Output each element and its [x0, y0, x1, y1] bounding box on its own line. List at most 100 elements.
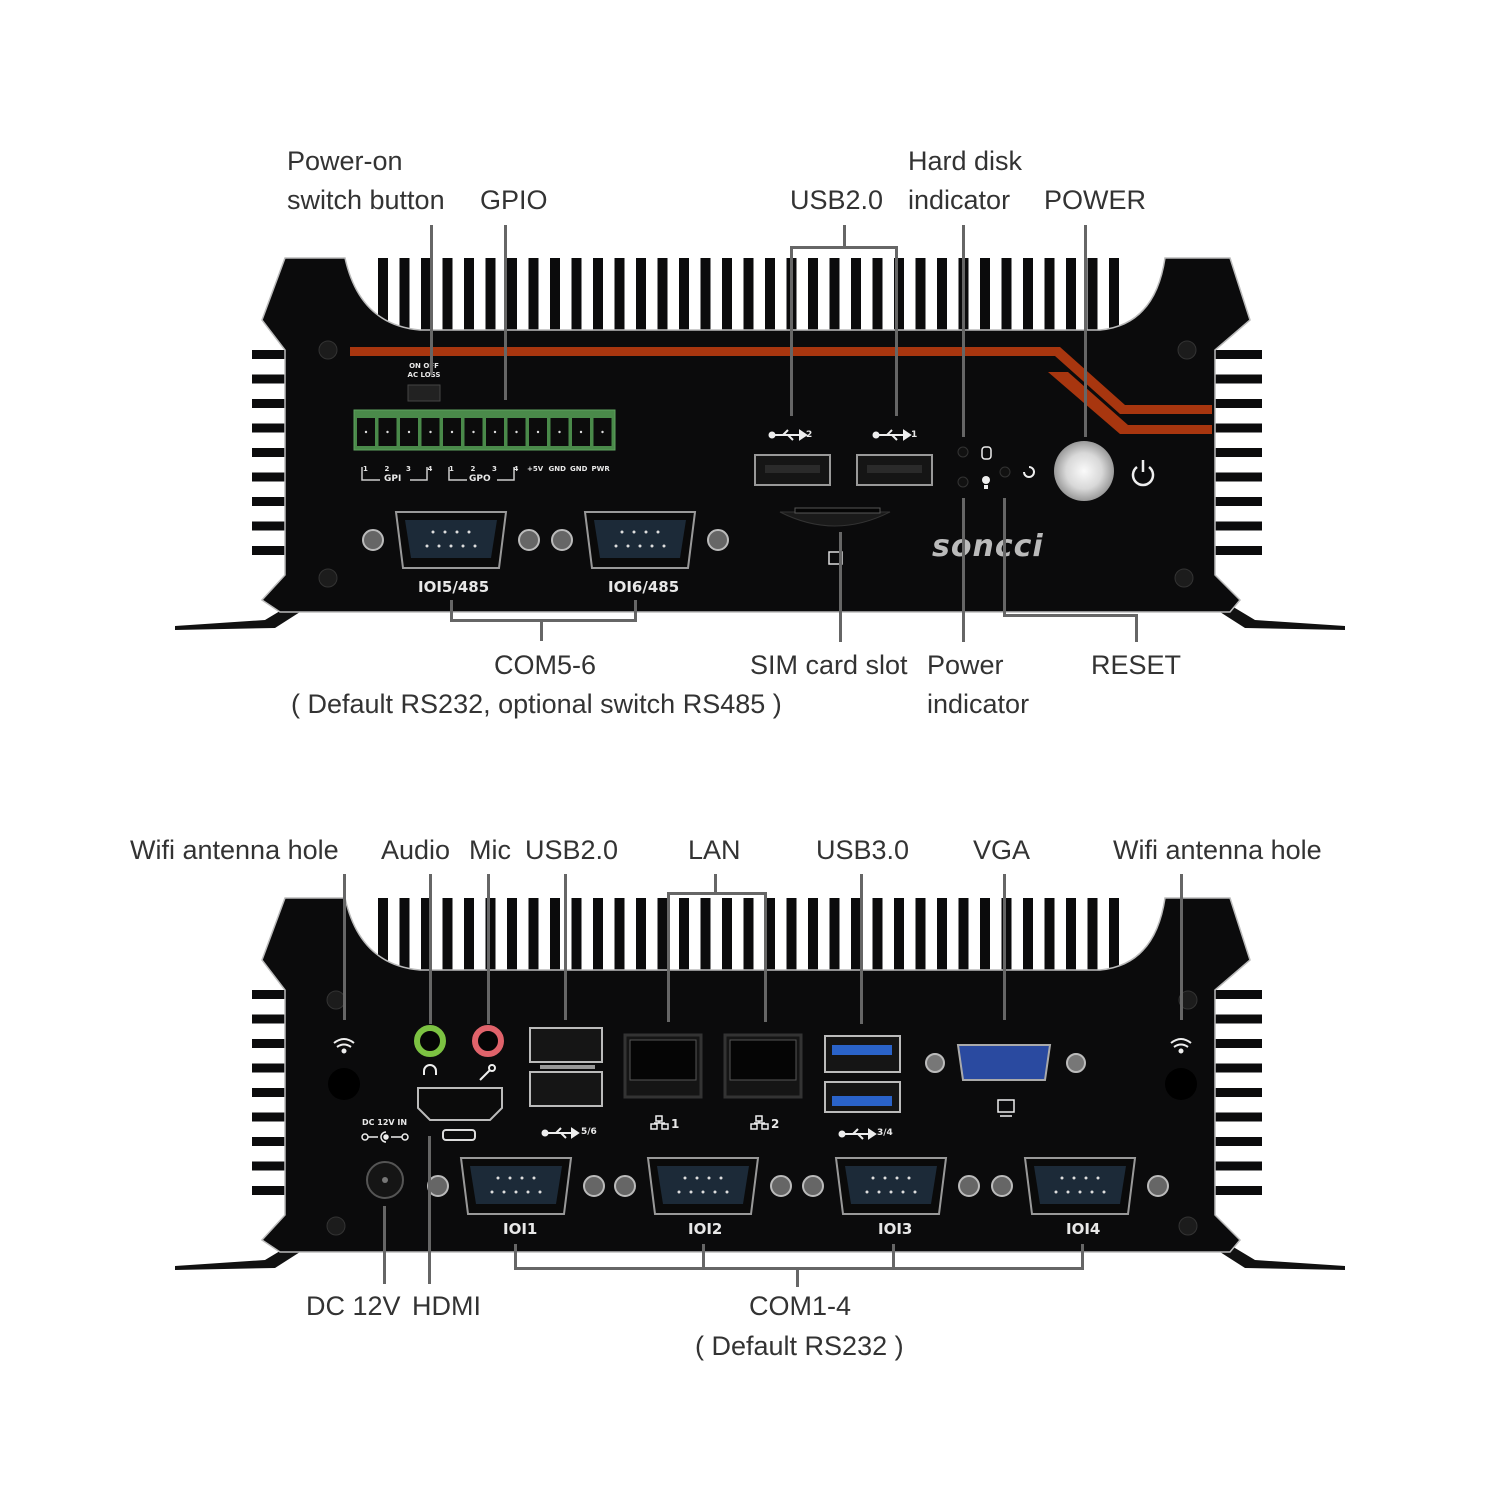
switch-label: ON OFF AC LOSS — [404, 362, 444, 380]
reset-button[interactable] — [999, 466, 1011, 478]
screw-icon — [1178, 1216, 1198, 1236]
hdd-led — [957, 446, 969, 458]
fin — [550, 258, 560, 333]
wifi-antenna-hole-right[interactable] — [1165, 1068, 1197, 1100]
dc-in-label: DC 12V IN — [362, 1118, 408, 1127]
fin — [872, 258, 883, 333]
fin — [1212, 1112, 1262, 1122]
usb2-port-6[interactable] — [529, 1071, 603, 1107]
label-wifi-left: Wifi antenna hole — [130, 835, 339, 865]
gpio-pin-label: 3 — [406, 465, 411, 473]
callout-line — [429, 874, 432, 1024]
label-com14-note: ( Default RS232 ) — [695, 1331, 904, 1361]
com1-port-label: IOI1 — [503, 1220, 538, 1238]
wifi-antenna-hole-left[interactable] — [328, 1068, 360, 1100]
fin — [657, 258, 668, 333]
vga-port[interactable] — [956, 1044, 1052, 1081]
fin — [722, 898, 732, 973]
gpio-pin-label: 4 — [513, 465, 519, 473]
fin — [722, 258, 732, 333]
callout-line — [839, 532, 842, 642]
com4-port-label: IOI4 — [1066, 1220, 1101, 1238]
com3-port-label: IOI3 — [878, 1220, 913, 1238]
label-hdd-indicator: Hard disk indicator — [908, 142, 1022, 220]
fin — [829, 258, 840, 333]
rear-chassis — [175, 897, 1345, 1270]
gpio-pin-label: 4 — [427, 465, 433, 473]
callout-line — [1135, 614, 1138, 642]
screw-icon — [614, 1175, 636, 1197]
front-panel: soncci ON OFF AC LOSS 1 2 3 4 1 2 3 4 +5V GND GND P… — [0, 0, 1500, 740]
power-button[interactable] — [1054, 441, 1114, 501]
mount-foot-right — [1220, 605, 1345, 630]
fin — [636, 898, 646, 973]
brand-logo: soncci — [932, 529, 1044, 564]
gpio-pin-label: 2 — [470, 465, 476, 473]
callout-line — [790, 246, 898, 249]
callout-line — [383, 1206, 386, 1284]
usb3-port-4[interactable] — [824, 1081, 901, 1113]
fin — [614, 898, 625, 973]
callout-line — [860, 874, 863, 1024]
label-wifi-right: Wifi antenna hole — [1113, 835, 1322, 865]
fin — [915, 898, 926, 973]
callout-line — [1180, 874, 1183, 1020]
fin — [1212, 497, 1262, 506]
callout-line — [1003, 498, 1006, 616]
fin — [980, 258, 990, 333]
fin — [1212, 1186, 1262, 1195]
callout-line — [487, 874, 490, 1024]
callout-line — [667, 892, 767, 895]
usb2-port-1[interactable] — [856, 454, 933, 486]
screw-icon — [991, 1175, 1013, 1197]
fin — [399, 258, 410, 333]
screw-icon — [318, 568, 338, 588]
label-line: Hard disk — [908, 146, 1023, 176]
gpio-pin-label: 3 — [492, 465, 497, 473]
fin — [1212, 448, 1262, 457]
fin — [464, 258, 474, 333]
fin — [593, 258, 603, 333]
usb3-port-3[interactable] — [824, 1035, 901, 1073]
com6-port-label: IOI6/485 — [608, 578, 680, 596]
gpio-pin-label: GND — [548, 465, 566, 473]
mic-jack[interactable] — [472, 1025, 504, 1057]
audio-jack[interactable] — [414, 1025, 446, 1057]
usb2-port-2[interactable] — [754, 454, 831, 486]
callout-line — [540, 619, 543, 641]
fin — [851, 258, 861, 333]
callout-line — [428, 1136, 431, 1284]
screw-icon — [1174, 568, 1194, 588]
fin — [528, 258, 539, 333]
fin — [1109, 898, 1119, 973]
gpi-label: GPI — [384, 474, 402, 484]
fin — [700, 258, 711, 333]
fin — [1212, 423, 1262, 433]
callout-line — [790, 246, 793, 416]
gpio-pin-label: +5V — [527, 465, 544, 473]
fin — [485, 258, 496, 333]
fin — [507, 258, 517, 333]
fin — [1109, 258, 1119, 333]
fin — [786, 898, 797, 973]
label-vga: VGA — [973, 835, 1031, 865]
hdmi-port[interactable] — [417, 1087, 503, 1121]
lan-port-number-1: 1 — [671, 1117, 680, 1131]
fin — [808, 898, 818, 973]
callout-line — [450, 619, 637, 622]
power-on-switch[interactable] — [407, 384, 441, 402]
heatsink-fins-right — [1212, 350, 1262, 555]
fin — [1023, 898, 1033, 973]
callout-line — [1003, 874, 1006, 1020]
lan-port-2[interactable] — [723, 1033, 803, 1099]
fin — [1212, 990, 1262, 999]
screw-icon — [427, 1175, 449, 1197]
lan-port-1[interactable] — [623, 1033, 703, 1099]
usb2-port-5[interactable] — [529, 1027, 603, 1063]
fin — [1212, 1088, 1262, 1097]
rear-panel: DC 12V IN 5/6 3/4 1 2 IOI1 IOI2 IOI3 IOI… — [0, 640, 1500, 1400]
switch-label-ac-loss: AC LOSS — [407, 371, 441, 379]
callout-line — [714, 874, 717, 894]
label-dc-12v: DC 12V — [306, 1291, 401, 1321]
screw-icon — [1147, 1175, 1169, 1197]
